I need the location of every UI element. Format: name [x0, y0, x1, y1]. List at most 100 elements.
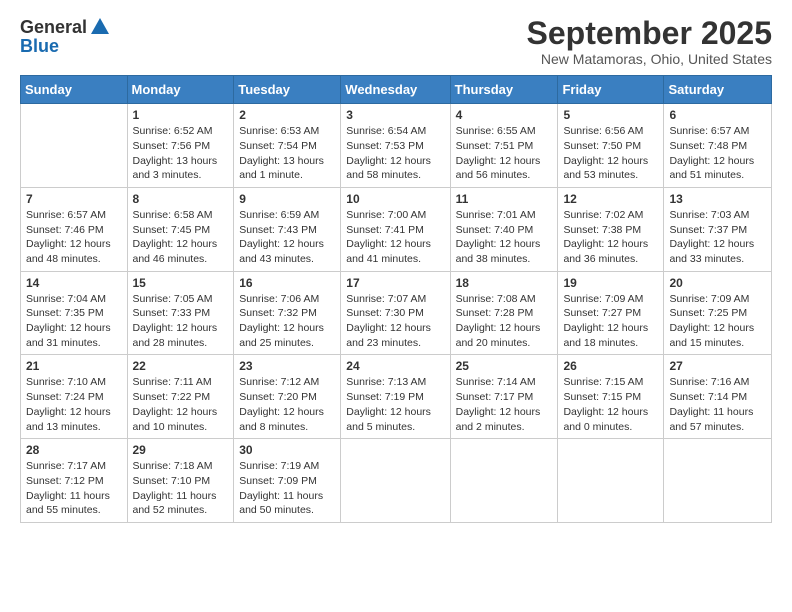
day-info: Sunrise: 6:53 AM Sunset: 7:54 PM Dayligh…: [239, 124, 335, 183]
day-number: 5: [563, 108, 658, 122]
day-cell: 14 Sunrise: 7:04 AM Sunset: 7:35 PM Dayli…: [21, 271, 128, 355]
calendar-header-row: SundayMondayTuesdayWednesdayThursdayFrid…: [21, 76, 772, 104]
day-number: 11: [456, 192, 553, 206]
day-cell: 20 Sunrise: 7:09 AM Sunset: 7:25 PM Dayli…: [664, 271, 772, 355]
day-number: 9: [239, 192, 335, 206]
day-cell: 30 Sunrise: 7:19 AM Sunset: 7:09 PM Dayli…: [234, 439, 341, 523]
day-info: Sunrise: 7:03 AM Sunset: 7:37 PM Dayligh…: [669, 208, 766, 267]
day-cell: 22 Sunrise: 7:11 AM Sunset: 7:22 PM Dayli…: [127, 355, 234, 439]
day-info: Sunrise: 6:56 AM Sunset: 7:50 PM Dayligh…: [563, 124, 658, 183]
day-number: 4: [456, 108, 553, 122]
day-number: 12: [563, 192, 658, 206]
day-cell: 17 Sunrise: 7:07 AM Sunset: 7:30 PM Dayli…: [341, 271, 450, 355]
day-number: 27: [669, 359, 766, 373]
day-cell: 12Sunrise: 7:02 AM Sunset: 7:38 PM Dayli…: [558, 187, 664, 271]
logo-general-text: General: [20, 17, 87, 38]
location: New Matamoras, Ohio, United States: [527, 51, 772, 67]
day-number: 28: [26, 443, 122, 457]
calendar-header-friday: Friday: [558, 76, 664, 104]
day-cell: 1Sunrise: 6:52 AM Sunset: 7:56 PM Daylig…: [127, 104, 234, 188]
day-info: Sunrise: 7:01 AM Sunset: 7:40 PM Dayligh…: [456, 208, 553, 267]
day-cell: 9Sunrise: 6:59 AM Sunset: 7:43 PM Daylig…: [234, 187, 341, 271]
day-number: 23: [239, 359, 335, 373]
day-number: 17: [346, 276, 444, 290]
day-number: 19: [563, 276, 658, 290]
day-cell: 8Sunrise: 6:58 AM Sunset: 7:45 PM Daylig…: [127, 187, 234, 271]
day-number: 18: [456, 276, 553, 290]
day-info: Sunrise: 7:19 AM Sunset: 7:09 PM Dayligh…: [239, 459, 335, 518]
page-header: General Blue September 2025 New Matamora…: [20, 16, 772, 67]
day-info: Sunrise: 7:12 AM Sunset: 7:20 PM Dayligh…: [239, 375, 335, 434]
day-info: Sunrise: 7:09 AM Sunset: 7:25 PM Dayligh…: [669, 292, 766, 351]
day-number: 20: [669, 276, 766, 290]
day-number: 10: [346, 192, 444, 206]
day-number: 22: [133, 359, 229, 373]
day-number: 24: [346, 359, 444, 373]
day-info: Sunrise: 6:52 AM Sunset: 7:56 PM Dayligh…: [133, 124, 229, 183]
day-info: Sunrise: 7:05 AM Sunset: 7:33 PM Dayligh…: [133, 292, 229, 351]
day-cell: 2 Sunrise: 6:53 AM Sunset: 7:54 PM Daylig…: [234, 104, 341, 188]
day-info: Sunrise: 7:16 AM Sunset: 7:14 PM Dayligh…: [669, 375, 766, 434]
logo-icon: [89, 16, 111, 38]
day-info: Sunrise: 6:57 AM Sunset: 7:46 PM Dayligh…: [26, 208, 122, 267]
day-number: 16: [239, 276, 335, 290]
day-cell: 16 Sunrise: 7:06 AM Sunset: 7:32 PM Dayli…: [234, 271, 341, 355]
calendar-header-sunday: Sunday: [21, 76, 128, 104]
logo-blue-text: Blue: [20, 36, 59, 57]
day-cell: 10 Sunrise: 7:00 AM Sunset: 7:41 PM Dayli…: [341, 187, 450, 271]
day-info: Sunrise: 7:13 AM Sunset: 7:19 PM Dayligh…: [346, 375, 444, 434]
day-cell: [450, 439, 558, 523]
week-row-5: 28 Sunrise: 7:17 AM Sunset: 7:12 PM Dayli…: [21, 439, 772, 523]
day-cell: 18Sunrise: 7:08 AM Sunset: 7:28 PM Dayli…: [450, 271, 558, 355]
calendar-table: SundayMondayTuesdayWednesdayThursdayFrid…: [20, 75, 772, 523]
day-info: Sunrise: 7:17 AM Sunset: 7:12 PM Dayligh…: [26, 459, 122, 518]
day-cell: [21, 104, 128, 188]
day-number: 6: [669, 108, 766, 122]
week-row-3: 14 Sunrise: 7:04 AM Sunset: 7:35 PM Dayli…: [21, 271, 772, 355]
day-cell: 29 Sunrise: 7:18 AM Sunset: 7:10 PM Dayli…: [127, 439, 234, 523]
day-cell: 27 Sunrise: 7:16 AM Sunset: 7:14 PM Dayli…: [664, 355, 772, 439]
day-cell: 23 Sunrise: 7:12 AM Sunset: 7:20 PM Dayli…: [234, 355, 341, 439]
day-cell: [341, 439, 450, 523]
month-title: September 2025: [527, 16, 772, 51]
calendar-header-wednesday: Wednesday: [341, 76, 450, 104]
day-cell: 28 Sunrise: 7:17 AM Sunset: 7:12 PM Dayli…: [21, 439, 128, 523]
day-number: 26: [563, 359, 658, 373]
day-info: Sunrise: 6:58 AM Sunset: 7:45 PM Dayligh…: [133, 208, 229, 267]
day-info: Sunrise: 7:07 AM Sunset: 7:30 PM Dayligh…: [346, 292, 444, 351]
day-number: 30: [239, 443, 335, 457]
day-number: 2: [239, 108, 335, 122]
day-cell: 5 Sunrise: 6:56 AM Sunset: 7:50 PM Daylig…: [558, 104, 664, 188]
day-cell: 21 Sunrise: 7:10 AM Sunset: 7:24 PM Dayli…: [21, 355, 128, 439]
week-row-1: 1Sunrise: 6:52 AM Sunset: 7:56 PM Daylig…: [21, 104, 772, 188]
day-info: Sunrise: 7:06 AM Sunset: 7:32 PM Dayligh…: [239, 292, 335, 351]
day-number: 21: [26, 359, 122, 373]
day-number: 3: [346, 108, 444, 122]
week-row-4: 21 Sunrise: 7:10 AM Sunset: 7:24 PM Dayli…: [21, 355, 772, 439]
day-cell: [664, 439, 772, 523]
day-info: Sunrise: 7:04 AM Sunset: 7:35 PM Dayligh…: [26, 292, 122, 351]
day-cell: 25Sunrise: 7:14 AM Sunset: 7:17 PM Dayli…: [450, 355, 558, 439]
calendar-header-tuesday: Tuesday: [234, 76, 341, 104]
day-number: 15: [133, 276, 229, 290]
day-cell: 15 Sunrise: 7:05 AM Sunset: 7:33 PM Dayli…: [127, 271, 234, 355]
day-info: Sunrise: 7:09 AM Sunset: 7:27 PM Dayligh…: [563, 292, 658, 351]
day-info: Sunrise: 7:10 AM Sunset: 7:24 PM Dayligh…: [26, 375, 122, 434]
day-info: Sunrise: 7:14 AM Sunset: 7:17 PM Dayligh…: [456, 375, 553, 434]
calendar-body: 1Sunrise: 6:52 AM Sunset: 7:56 PM Daylig…: [21, 104, 772, 523]
day-cell: 26 Sunrise: 7:15 AM Sunset: 7:15 PM Dayli…: [558, 355, 664, 439]
day-info: Sunrise: 7:00 AM Sunset: 7:41 PM Dayligh…: [346, 208, 444, 267]
day-info: Sunrise: 7:11 AM Sunset: 7:22 PM Dayligh…: [133, 375, 229, 434]
day-info: Sunrise: 7:15 AM Sunset: 7:15 PM Dayligh…: [563, 375, 658, 434]
day-info: Sunrise: 7:18 AM Sunset: 7:10 PM Dayligh…: [133, 459, 229, 518]
day-cell: 11 Sunrise: 7:01 AM Sunset: 7:40 PM Dayli…: [450, 187, 558, 271]
day-cell: 19 Sunrise: 7:09 AM Sunset: 7:27 PM Dayli…: [558, 271, 664, 355]
day-info: Sunrise: 6:54 AM Sunset: 7:53 PM Dayligh…: [346, 124, 444, 183]
day-info: Sunrise: 6:55 AM Sunset: 7:51 PM Dayligh…: [456, 124, 553, 183]
day-number: 14: [26, 276, 122, 290]
day-cell: 13Sunrise: 7:03 AM Sunset: 7:37 PM Dayli…: [664, 187, 772, 271]
day-info: Sunrise: 6:57 AM Sunset: 7:48 PM Dayligh…: [669, 124, 766, 183]
day-cell: 7 Sunrise: 6:57 AM Sunset: 7:46 PM Daylig…: [21, 187, 128, 271]
day-number: 29: [133, 443, 229, 457]
day-number: 7: [26, 192, 122, 206]
